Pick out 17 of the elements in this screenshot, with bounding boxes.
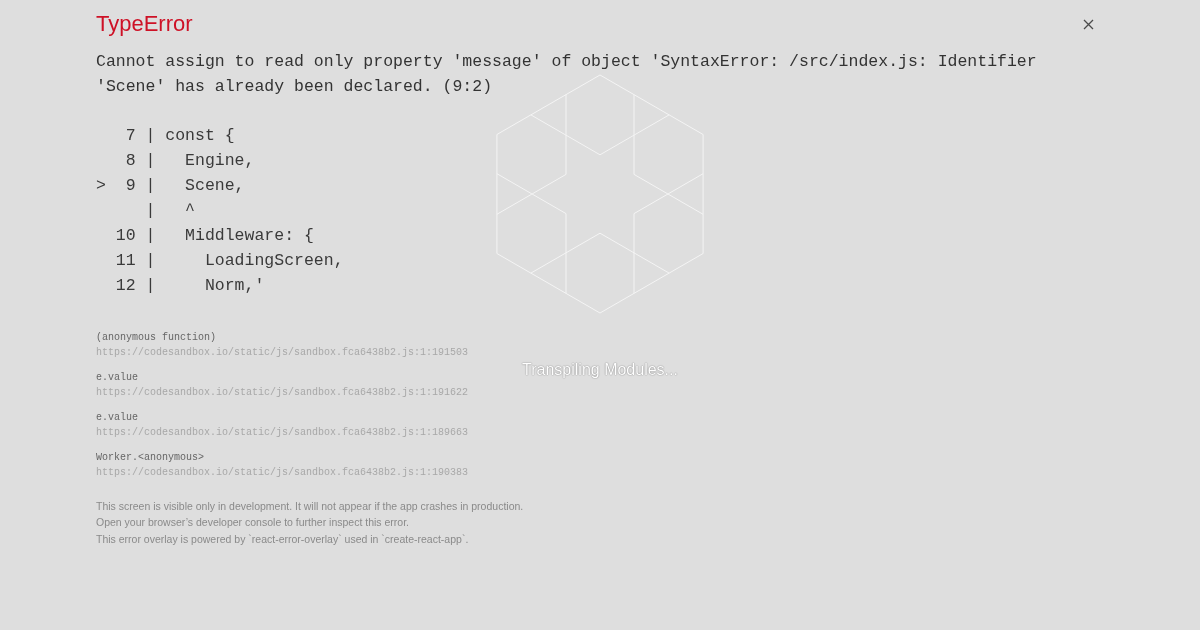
- code-line: | ^: [144, 199, 196, 222]
- error-title: TypeError: [96, 11, 193, 37]
- stack-function-name: Worker.<anonymous>: [96, 450, 205, 465]
- code-line: 10 | Middleware: {: [114, 224, 314, 247]
- footer-note: This screen is visible only in development. It will not appear if the app crashes in production.: [96, 498, 524, 514]
- stack-function-name: (anonymous function): [96, 330, 217, 345]
- stack-function-name: e.value: [96, 370, 138, 385]
- footer-note: This error overlay is powered by `react-error-overlay` used in `create-react-app`.: [96, 531, 469, 547]
- footer-note: Open your browser’s developer console to further inspect this error.: [96, 515, 410, 530]
- code-line: 11 | LoadingScreen,: [114, 249, 344, 272]
- code-line: 12 | Norm,': [114, 274, 265, 297]
- code-line: > 9 | Scene,: [96, 174, 245, 197]
- code-line: 7 | const {: [124, 124, 235, 147]
- error-message: Cannot assign to read only property 'message' of object 'SyntaxError: /src/index.js: Identifier 'Scene' has already been declared. (9:2): [96, 50, 1038, 98]
- stack-function-name: e.value: [96, 410, 138, 425]
- close-icon[interactable]: [1083, 18, 1094, 30]
- code-line: 8 | Engine,: [124, 149, 255, 172]
